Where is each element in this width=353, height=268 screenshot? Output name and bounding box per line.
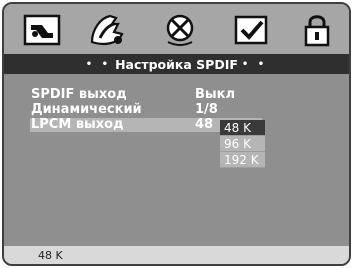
password-lock-icon[interactable] [297, 12, 337, 48]
setting-value: 48 [195, 117, 214, 132]
setting-value: Выкл [195, 87, 236, 102]
setting-label: LPCM выход [31, 117, 124, 132]
lpcm-options-dropdown: 48 K 96 K 192 K [220, 120, 265, 168]
video-off-icon[interactable] [160, 12, 200, 48]
option-192k[interactable]: 192 K [220, 152, 265, 168]
setup-menu-frame: • • Настройка SPDIF • • SPDIF выход Выкл… [2, 2, 351, 266]
menu-title-bar: • • Настройка SPDIF • • [4, 54, 349, 74]
title-dots-left: • • [85, 58, 112, 70]
menu-icon-bar [4, 4, 349, 54]
status-text: 48 K [38, 249, 63, 262]
status-bar: 48 K [4, 246, 349, 264]
setting-label: Динамический [31, 102, 142, 117]
preferences-check-icon[interactable] [231, 12, 271, 48]
audio-icon[interactable] [88, 12, 128, 48]
menu-title: Настройка SPDIF [115, 56, 238, 72]
setting-row-spdif-output[interactable]: SPDIF выход Выкл [31, 88, 261, 102]
title-dots-right: • • [241, 58, 268, 70]
settings-panel: SPDIF выход Выкл Динамический 1/8 LPCM в… [4, 74, 349, 246]
option-48k[interactable]: 48 K [220, 120, 265, 136]
setting-value: 1/8 [195, 102, 218, 117]
osd-screen: • • Настройка SPDIF • • SPDIF выход Выкл… [0, 0, 353, 268]
language-icon[interactable] [22, 12, 62, 48]
setting-label: SPDIF выход [31, 87, 127, 102]
setting-row-dynamic[interactable]: Динамический 1/8 [31, 103, 261, 117]
option-96k[interactable]: 96 K [220, 136, 265, 152]
